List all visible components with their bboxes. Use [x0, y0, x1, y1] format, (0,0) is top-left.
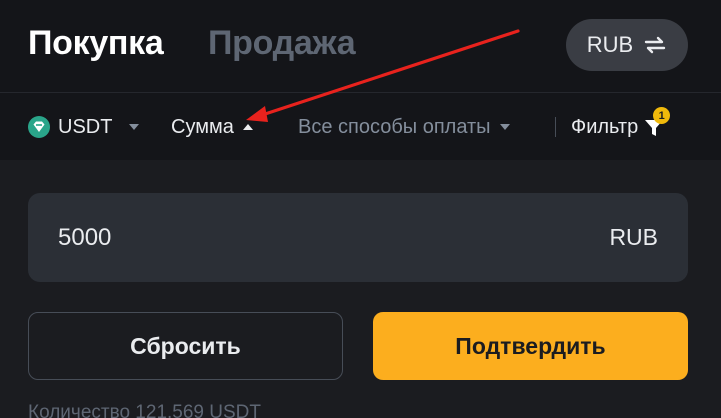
tether-icon: [28, 116, 50, 138]
coin-label: USDT: [58, 115, 113, 138]
amount-selector[interactable]: Сумма: [171, 93, 254, 161]
quantity-text: Количество 121.569 USDT: [28, 402, 261, 418]
payment-label: Все способы оплаты: [298, 115, 491, 138]
coin-selector[interactable]: USDT: [28, 93, 140, 161]
reset-button[interactable]: Сбросить: [28, 312, 343, 380]
chevron-up-icon: [242, 124, 253, 130]
filter-label: Фильтр: [571, 115, 639, 138]
tab-sell[interactable]: Продажа: [208, 24, 356, 63]
swap-icon: [645, 36, 666, 54]
filter-bar: USDT Сумма Все способы оплаты Фильтр 1: [0, 92, 721, 160]
filter-icon-wrap: 1: [644, 107, 671, 138]
p2p-screen: Покупка Продажа RUB USDT Сумма Все спосо…: [0, 0, 721, 418]
divider: [555, 117, 556, 137]
filter-count-badge: 1: [653, 107, 671, 124]
chevron-down-icon: [499, 124, 510, 130]
tab-buy[interactable]: Покупка: [28, 24, 164, 63]
payment-method-selector[interactable]: Все способы оплаты: [298, 93, 511, 161]
currency-label: RUB: [586, 32, 634, 57]
filter-button[interactable]: Фильтр 1: [571, 93, 671, 161]
header: Покупка Продажа RUB: [0, 0, 721, 92]
amount-label: Сумма: [171, 115, 234, 138]
chevron-down-icon: [129, 124, 140, 130]
amount-field[interactable]: RUB: [28, 193, 688, 282]
amount-input[interactable]: [58, 193, 458, 282]
confirm-button[interactable]: Подтвердить: [373, 312, 688, 380]
amount-unit: RUB: [609, 224, 658, 250]
currency-switch-button[interactable]: RUB: [566, 19, 688, 71]
